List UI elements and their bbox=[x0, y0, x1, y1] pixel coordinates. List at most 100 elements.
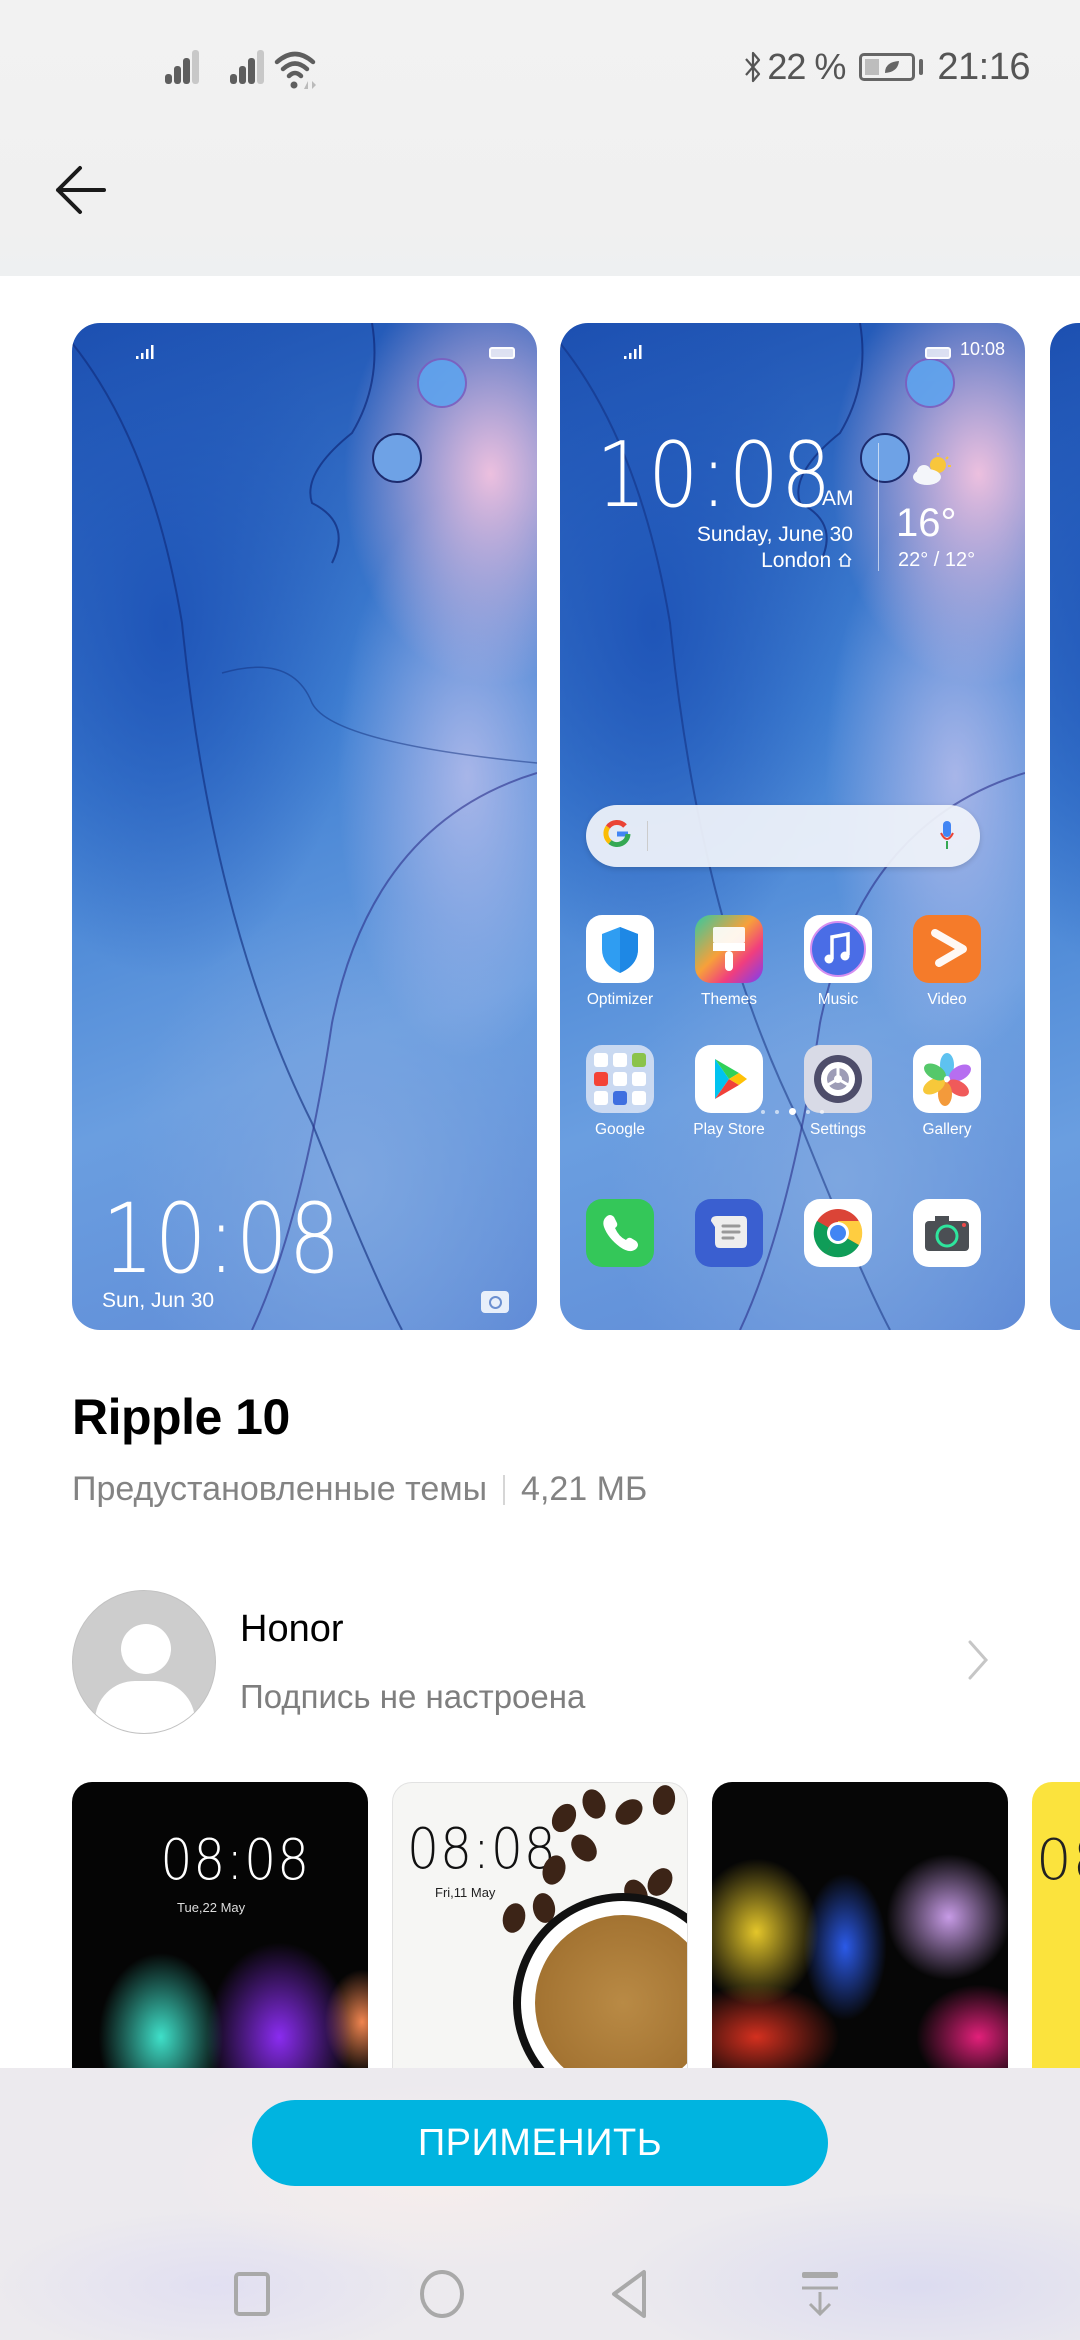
avatar-person-icon bbox=[121, 1624, 171, 1674]
app-music[interactable]: Music bbox=[804, 915, 872, 1009]
app-label: Themes bbox=[701, 991, 757, 1008]
coffee-bean bbox=[578, 1786, 610, 1822]
app-themes[interactable]: Themes bbox=[695, 915, 763, 1009]
thumb-date: Tue,22 May bbox=[177, 1900, 246, 1915]
related-theme-card[interactable]: 08:08 Tue,22 May bbox=[72, 1782, 368, 2082]
related-theme-card[interactable]: 08:08 Fri,11 May bbox=[392, 1782, 688, 2082]
mini-status-time: 10:08 bbox=[959, 339, 1005, 359]
mini-battery-icon bbox=[925, 347, 951, 359]
nav-notifications-button[interactable] bbox=[796, 2268, 844, 2320]
page-dot bbox=[806, 1109, 810, 1114]
home-screen-preview[interactable]: 10:08 10:08 AM Sunday, June 30 London 16… bbox=[560, 323, 1025, 1330]
related-theme-card[interactable] bbox=[712, 1782, 1008, 2082]
music-note-icon bbox=[804, 915, 872, 983]
author-signature: Подпись не настроена bbox=[240, 1678, 586, 1715]
square-icon bbox=[234, 2272, 270, 2316]
microphone-icon[interactable] bbox=[940, 821, 954, 851]
page-dot bbox=[775, 1109, 779, 1114]
google-search-bar[interactable] bbox=[586, 805, 980, 867]
author-row[interactable]: Honor Подпись не настроена bbox=[72, 1590, 1008, 1734]
related-theme-card[interactable]: 08 bbox=[1032, 1782, 1080, 2082]
paintbrush-icon bbox=[695, 915, 763, 983]
dock-chrome[interactable] bbox=[804, 1199, 872, 1267]
mini-signal-icon bbox=[624, 345, 642, 359]
nav-back-button[interactable] bbox=[606, 2268, 654, 2320]
dock-messages[interactable] bbox=[695, 1199, 763, 1267]
weather-range: 22° / 12° bbox=[898, 549, 976, 571]
thumb-time: 08:08 bbox=[407, 1817, 557, 1882]
avatar-body bbox=[95, 1681, 195, 1733]
bottom-panel: ПРИМЕНИТЬ bbox=[0, 2068, 1080, 2340]
nav-home-button[interactable] bbox=[418, 2268, 466, 2320]
app-video[interactable]: Video bbox=[913, 915, 981, 1009]
app-label: Settings bbox=[809, 1121, 866, 1138]
home-icon bbox=[838, 552, 852, 567]
signal-icon bbox=[230, 48, 270, 84]
theme-size: 4,21 МБ bbox=[521, 1470, 648, 1508]
coffee-bean bbox=[499, 1900, 529, 1936]
top-bar: 22 % 21:16 bbox=[0, 0, 1080, 276]
lock-screen-date: Sun, Jun 30 bbox=[102, 1289, 215, 1312]
home-clock-time: 10:08 bbox=[596, 423, 834, 528]
coffee-bean bbox=[565, 1829, 603, 1867]
status-bar: 22 % 21:16 bbox=[0, 40, 1080, 90]
avatar bbox=[72, 1590, 216, 1734]
home-clock-ampm: AM bbox=[822, 487, 854, 510]
battery-nub bbox=[919, 59, 924, 75]
page-dot bbox=[761, 1109, 765, 1114]
camera-icon bbox=[481, 1291, 509, 1313]
home-clock-date: Sunday, June 30 bbox=[696, 523, 853, 546]
battery-percent: 22 % bbox=[767, 46, 846, 87]
bluetooth-icon bbox=[745, 51, 761, 83]
messages-icon bbox=[695, 1199, 763, 1267]
author-name: Honor bbox=[240, 1608, 344, 1650]
home-clock-city: London bbox=[761, 549, 853, 573]
app-label: Play Store bbox=[693, 1121, 765, 1138]
triangle-back-icon bbox=[612, 2270, 646, 2318]
dock-camera[interactable] bbox=[913, 1199, 981, 1267]
google-g-icon bbox=[603, 819, 631, 848]
app-gallery[interactable]: Gallery bbox=[913, 1045, 981, 1139]
status-time: 21:16 bbox=[937, 45, 1030, 88]
page-dot bbox=[820, 1109, 824, 1114]
page-dot-active bbox=[789, 1108, 796, 1116]
lock-screen-time: 10:08 bbox=[102, 1183, 342, 1295]
thumb-time: 08:08 bbox=[160, 1828, 311, 1893]
mini-signal-icon bbox=[136, 345, 154, 359]
chrome-icon bbox=[804, 1199, 872, 1267]
lock-screen-preview[interactable]: 10:08 Sun, Jun 30 bbox=[72, 323, 537, 1330]
app-optimizer[interactable]: Optimizer bbox=[586, 915, 654, 1009]
app-google-folder[interactable]: Google bbox=[586, 1045, 654, 1139]
app-play-store[interactable]: Play Store bbox=[693, 1045, 765, 1139]
signal-icon bbox=[165, 48, 205, 84]
wifi-icon bbox=[274, 51, 316, 89]
back-arrow-icon[interactable] bbox=[52, 160, 112, 220]
weather-temperature: 16° bbox=[896, 501, 957, 545]
page-indicator bbox=[560, 1103, 1025, 1121]
theme-meta: Предустановленные темы 4,21 МБ bbox=[72, 1470, 647, 1509]
meta-separator bbox=[503, 1474, 506, 1505]
coffee-bean bbox=[650, 1783, 678, 1817]
chevron-right-icon bbox=[968, 1640, 989, 1680]
app-label: Google bbox=[595, 1121, 645, 1138]
shield-icon bbox=[586, 915, 654, 983]
leaf-icon bbox=[885, 61, 900, 73]
theme-preview-carousel[interactable]: 10:08 Sun, Jun 30 10:08 10:08 AM Sunday,… bbox=[0, 323, 1080, 1331]
mini-battery-icon bbox=[489, 347, 515, 359]
app-label: Music bbox=[817, 991, 859, 1008]
dock-phone[interactable] bbox=[586, 1199, 654, 1267]
camera-icon bbox=[913, 1199, 981, 1267]
related-themes-row[interactable]: 08:08 Tue,22 May 08:08 Fri,11 May 08 bbox=[0, 1782, 1080, 2082]
city-label: London bbox=[761, 549, 832, 572]
next-preview[interactable] bbox=[1050, 323, 1080, 1330]
app-settings[interactable]: Settings bbox=[804, 1045, 872, 1139]
circle-icon bbox=[420, 2270, 464, 2318]
status-right: 22 % 21:16 bbox=[743, 42, 1030, 92]
apply-button[interactable]: ПРИМЕНИТЬ bbox=[252, 2100, 828, 2186]
thumb-time: 08 bbox=[1036, 1828, 1080, 1893]
nav-recents-button[interactable] bbox=[228, 2268, 276, 2320]
partly-cloudy-icon bbox=[913, 453, 951, 485]
app-label: Video bbox=[927, 991, 967, 1008]
phone-icon bbox=[586, 1199, 654, 1267]
app-label: Gallery bbox=[922, 1121, 972, 1138]
